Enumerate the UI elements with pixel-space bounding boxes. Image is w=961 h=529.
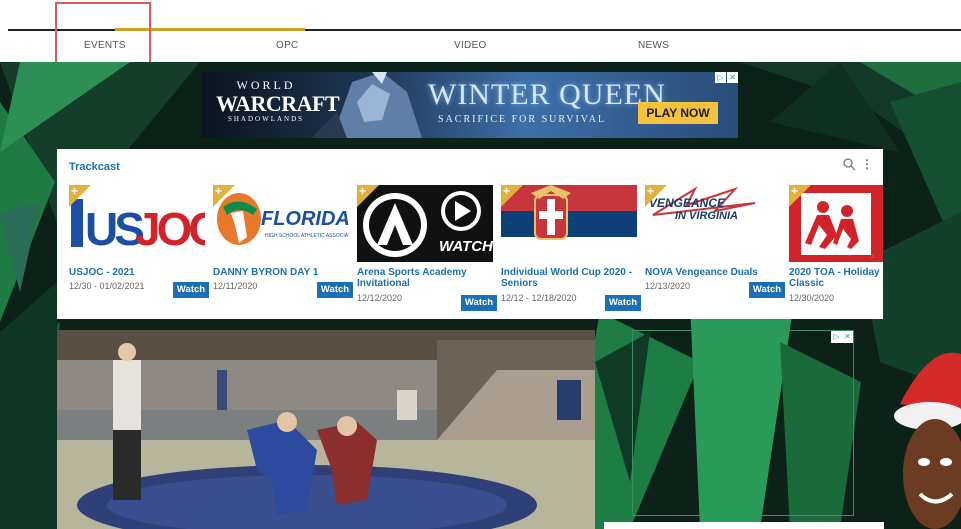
ad-headline: WINTER QUEEN [428,78,666,111]
event-thumbnail[interactable]: WATCH + [357,185,493,262]
hero-background: WORLD WARCRAFT SHADOWLANDS WINTER QUEEN … [0,62,961,529]
event-thumbnail[interactable]: VENGEANCE IN VIRGINIA + [645,185,781,262]
svg-text:JOC: JOC [135,203,205,255]
more-vertical-icon[interactable]: ⋮ [861,158,873,170]
event-date: 12/30/2020 [789,293,835,303]
watch-button[interactable]: Watch [461,295,497,311]
event-name[interactable]: NOVA Vengeance Duals [645,267,781,278]
ad-subline: SACRIFICE FOR SURVIVAL [438,114,607,125]
event-name[interactable]: Individual World Cup 2020 - Seniors [501,267,637,289]
top-navigation: EVENTS OPC VIDEO NEWS [0,0,961,78]
add-icon[interactable]: + [789,185,811,207]
florida-thumb-text: FLORIDA [261,208,349,230]
florida-thumb-sub: HIGH SCHOOL ATHLETIC ASSOCIATION [265,233,349,239]
watch-button[interactable]: Watch [749,282,785,298]
ad-brand-line2: WARCRAFT [216,91,340,116]
event-name[interactable]: USJOC - 2021 [69,267,205,278]
event-thumbnail[interactable]: US JOC + [69,185,205,262]
adchoices-icon[interactable]: ▷ [715,72,726,83]
event-name[interactable]: DANNY BYRON DAY 1 [213,267,349,278]
add-icon[interactable]: + [69,185,91,207]
trackcast-title: Trackcast [69,161,120,173]
svg-text:WATCH: WATCH [439,238,493,255]
ad-brand-logo: WORLD WARCRAFT SHADOWLANDS [216,78,340,132]
nav-opc[interactable]: OPC [276,40,299,51]
ad-play-now-button[interactable]: PLAY NOW [638,102,718,124]
event-date: 12/30 - 01/02/2021 [69,281,145,291]
search-icon[interactable] [842,157,856,171]
watch-button[interactable]: Watch [173,282,209,298]
event-card[interactable]: WATCH + Arena Sports Academy Invitationa… [357,185,497,315]
event-name[interactable]: 2020 TOA - Holiday H Classic [789,267,883,289]
event-card[interactable]: VENGEANCE IN VIRGINIA + NOVA Vengeance D… [645,185,785,315]
trackcast-panel: Trackcast ⋮ US JOC + USJOC - 2021 12/30 … [57,149,883,319]
event-date: 12/12/2020 [357,293,403,303]
add-icon[interactable]: + [213,185,235,207]
event-date: 12/12 - 12/18/2020 [501,293,577,303]
event-card[interactable]: FLORIDA HIGH SCHOOL ATHLETIC ASSOCIATION… [213,185,353,315]
wrestling-video-frame [57,330,595,529]
nav-video[interactable]: VIDEO [454,40,487,51]
event-thumbnail[interactable]: FLORIDA HIGH SCHOOL ATHLETIC ASSOCIATION… [213,185,349,262]
ad-slot[interactable]: ▷ ✕ [632,330,854,516]
ad-brand-line3: SHADOWLANDS [227,115,305,123]
watch-button[interactable]: Watch [605,295,641,311]
watch-button[interactable]: Watch [317,282,353,298]
nav-news[interactable]: NEWS [638,40,669,51]
add-icon[interactable]: + [645,185,667,207]
chevron-right-icon[interactable]: › [870,247,875,263]
event-thumbnail[interactable]: + [789,185,883,262]
ad-banner[interactable]: WORLD WARCRAFT SHADOWLANDS WINTER QUEEN … [202,72,738,138]
event-date: 12/13/2020 [645,281,691,291]
event-name[interactable]: Arena Sports Academy Invitational [357,267,493,289]
event-date: 12/11/2020 [213,281,258,291]
event-card[interactable]: US JOC + USJOC - 2021 12/30 - 01/02/2021… [69,185,209,315]
event-thumbnail[interactable]: + [501,185,637,262]
video-player[interactable] [57,330,595,529]
add-icon[interactable]: + [501,185,523,207]
santa-character-image [890,344,961,529]
svg-text:IN VIRGINIA: IN VIRGINIA [675,210,738,222]
add-icon[interactable]: + [357,185,379,207]
content-strip [604,522,884,529]
event-card[interactable]: + Individual World Cup 2020 - Seniors 12… [501,185,641,315]
event-card[interactable]: + 2020 TOA - Holiday H Classic 12/30/202… [789,185,883,315]
close-icon[interactable]: ✕ [727,72,738,83]
adchoices-icon[interactable]: ▷ ✕ [831,331,853,343]
